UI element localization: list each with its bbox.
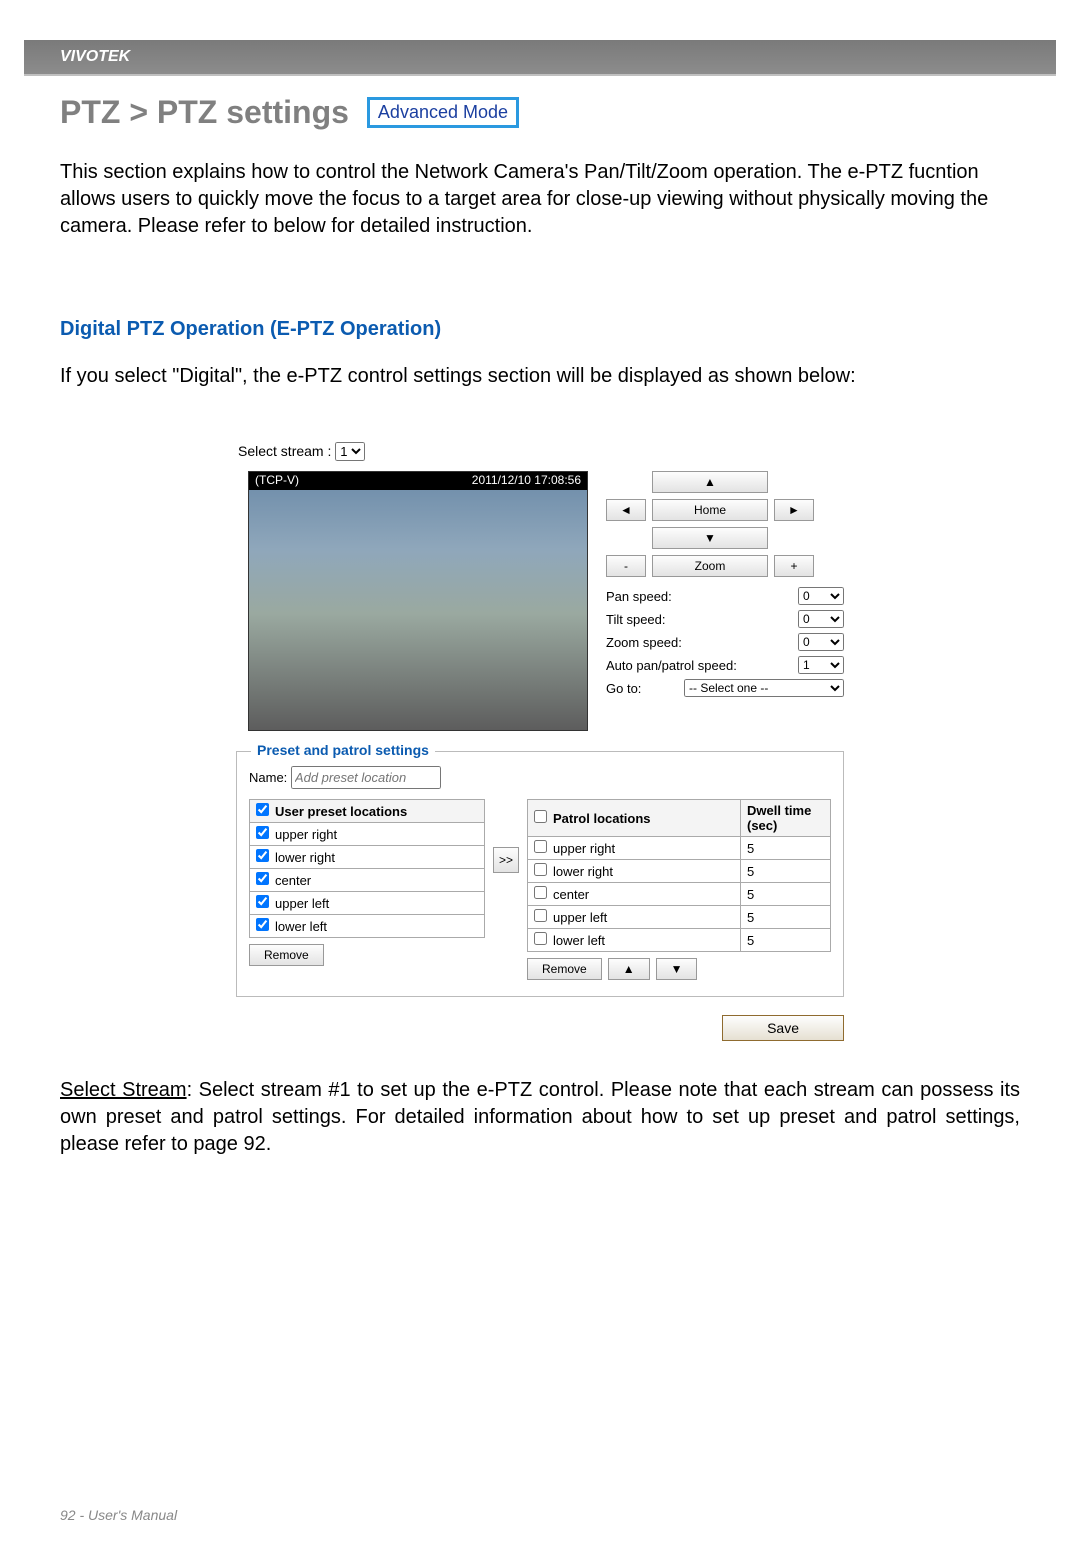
ptz-down-button[interactable]: ▼	[652, 527, 768, 549]
preset-checkbox[interactable]	[256, 849, 269, 862]
zoom-speed-label: Zoom speed:	[606, 635, 682, 650]
footer-page-number: 92 - User's Manual	[60, 1507, 177, 1523]
section-heading: Digital PTZ Operation (E-PTZ Operation)	[60, 318, 1020, 341]
zoom-out-button[interactable]: -	[606, 555, 646, 577]
section-intro: If you select "Digital", the e-PTZ contr…	[60, 363, 1020, 390]
ptz-control-panel: ▲ ◄ Home ► ▼ - Zoom + Pan speed: 0	[606, 471, 844, 731]
table-row: upper left	[250, 892, 485, 915]
pan-speed-select[interactable]: 0	[798, 587, 844, 605]
ptz-home-button[interactable]: Home	[652, 499, 768, 521]
divider	[24, 74, 1056, 76]
video-preview: (TCP-V) 2011/12/10 17:08:56	[248, 471, 588, 731]
preset-remove-button[interactable]: Remove	[249, 944, 324, 966]
header-bar: VIVOTEK	[24, 40, 1056, 74]
eptz-settings-figure: Select stream : 1 (TCP-V) 2011/12/10 17:…	[220, 436, 860, 1047]
brand: VIVOTEK	[60, 48, 130, 66]
preset-checkbox[interactable]	[256, 872, 269, 885]
patrol-checkbox[interactable]	[534, 909, 547, 922]
page-title: PTZ > PTZ settings	[60, 94, 349, 131]
auto-speed-label: Auto pan/patrol speed:	[606, 658, 737, 673]
bottom-note: Select Stream: Select stream #1 to set u…	[60, 1077, 1020, 1158]
table-row: center	[250, 869, 485, 892]
select-stream-label: Select stream :	[238, 443, 331, 459]
zoom-speed-select[interactable]: 0	[798, 633, 844, 651]
zoom-label: Zoom	[652, 555, 768, 577]
table-row: center5	[528, 883, 831, 906]
table-row: lower left5	[528, 929, 831, 952]
preset-checkbox[interactable]	[256, 895, 269, 908]
auto-speed-select[interactable]: 1	[798, 656, 844, 674]
bottom-note-text: : Select stream #1 to set up the e-PTZ c…	[60, 1079, 1020, 1155]
table-row: upper right	[250, 823, 485, 846]
user-preset-check-all[interactable]	[256, 803, 269, 816]
transfer-button[interactable]: >>	[493, 847, 519, 873]
goto-label: Go to:	[606, 681, 641, 696]
patrol-header: Patrol locations	[553, 811, 651, 826]
video-overlay-timestamp: 2011/12/10 17:08:56	[472, 473, 581, 489]
preset-patrol-box: Preset and patrol settings Name: User pr…	[236, 751, 844, 997]
patrol-move-up-button[interactable]: ▲	[608, 958, 650, 980]
preset-checkbox[interactable]	[256, 826, 269, 839]
patrol-checkbox[interactable]	[534, 932, 547, 945]
ptz-up-button[interactable]: ▲	[652, 471, 768, 493]
tilt-speed-label: Tilt speed:	[606, 612, 666, 627]
user-preset-header: User preset locations	[275, 804, 407, 819]
table-row: lower right	[250, 846, 485, 869]
patrol-remove-button[interactable]: Remove	[527, 958, 602, 980]
preset-checkbox[interactable]	[256, 918, 269, 931]
select-stream-dropdown[interactable]: 1	[335, 442, 365, 461]
zoom-in-button[interactable]: +	[774, 555, 814, 577]
table-row: lower left	[250, 915, 485, 938]
preset-name-label: Name:	[249, 770, 287, 785]
intro-paragraph: This section explains how to control the…	[60, 159, 1020, 240]
patrol-check-all[interactable]	[534, 810, 547, 823]
preset-name-input[interactable]	[291, 766, 441, 789]
patrol-table: Patrol locations Dwell time(sec) upper r…	[527, 799, 831, 952]
tilt-speed-select[interactable]: 0	[798, 610, 844, 628]
preset-legend: Preset and patrol settings	[251, 742, 435, 758]
table-row: lower right5	[528, 860, 831, 883]
pan-speed-label: Pan speed:	[606, 589, 672, 604]
patrol-checkbox[interactable]	[534, 840, 547, 853]
bottom-note-label: Select Stream	[60, 1079, 187, 1101]
goto-select[interactable]: -- Select one --	[684, 679, 844, 697]
table-row: upper left5	[528, 906, 831, 929]
dwell-header: Dwell time	[747, 803, 811, 818]
ptz-left-button[interactable]: ◄	[606, 499, 646, 521]
table-row: upper right5	[528, 837, 831, 860]
user-preset-table: User preset locations upper right lower …	[249, 799, 485, 938]
patrol-move-down-button[interactable]: ▼	[656, 958, 698, 980]
mode-badge: Advanced Mode	[367, 97, 519, 128]
patrol-checkbox[interactable]	[534, 863, 547, 876]
save-button[interactable]: Save	[722, 1015, 844, 1041]
patrol-checkbox[interactable]	[534, 886, 547, 899]
ptz-right-button[interactable]: ►	[774, 499, 814, 521]
video-overlay-left: (TCP-V)	[255, 473, 299, 489]
